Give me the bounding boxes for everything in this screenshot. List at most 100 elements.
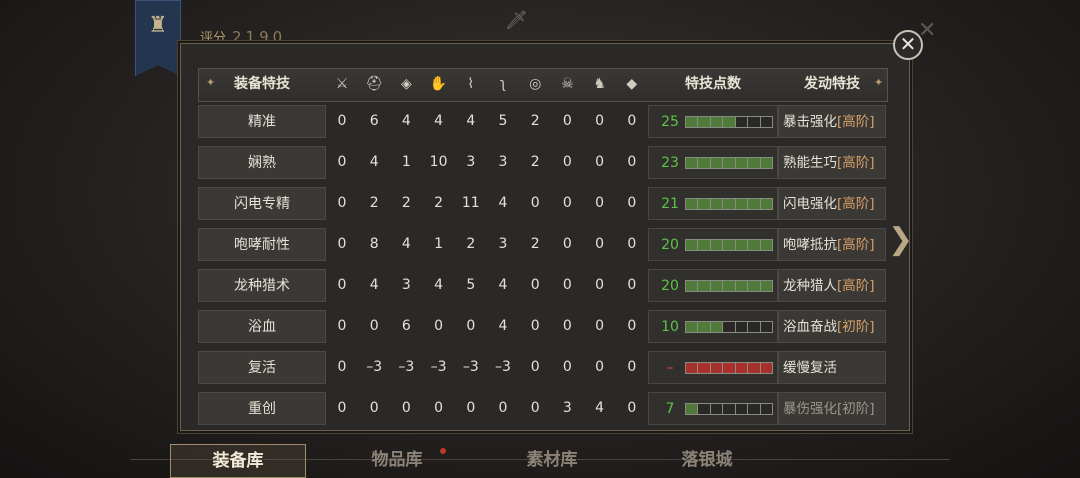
effect-name: 闪电强化 (783, 196, 837, 212)
slot-value: 0 (562, 154, 572, 170)
slot-value: 0 (466, 318, 476, 334)
header-effect: 发动特技 (804, 76, 860, 92)
charm-icon: ☠ (561, 76, 574, 92)
slot-value: 5 (466, 277, 476, 293)
points-cell: 20 (648, 269, 778, 302)
skill-name: 精准 (198, 105, 326, 138)
slot-value: 0 (337, 236, 347, 252)
points-progress-bar (685, 403, 773, 415)
points-value: 23 (661, 155, 679, 171)
points-value: 7 (665, 401, 675, 417)
slot-value: 0 (595, 154, 605, 170)
tab-materials[interactable]: 素材库 (485, 444, 619, 476)
slot-value: 2 (369, 195, 379, 211)
tab-silver-city[interactable]: 落银城 (640, 444, 774, 476)
effect-tier: [初阶] (837, 319, 875, 335)
effect-name: 暴伤强化 (783, 401, 837, 417)
table-row[interactable]: 浴血 0 0 6 0 0 4 0 0 0 0 10 浴血奋战[初阶] (198, 310, 888, 343)
effect-tier: [高阶] (837, 114, 875, 130)
slot-value: 0 (627, 400, 637, 416)
slot-value: –3 (366, 359, 383, 375)
slot-value: –3 (495, 359, 511, 375)
skill-name: 娴熟 (198, 146, 326, 179)
tab-equipment[interactable]: 装备库 (170, 444, 306, 478)
slot-value: 0 (562, 236, 572, 252)
slot-value: 4 (434, 113, 444, 129)
effect-tier: [高阶] (837, 155, 875, 171)
slot-value: 0 (337, 318, 347, 334)
slot-value: 8 (369, 236, 379, 252)
table-row[interactable]: 复活 0 –3 –3 –3 –3 –3 0 0 0 0 –15 缓慢复活 (198, 351, 888, 409)
slot-value: 2 (466, 236, 476, 252)
effect-cell: 缓慢复活 (778, 351, 886, 384)
slot-value: 0 (562, 359, 572, 375)
effect-cell: 暴击强化[高阶] (778, 105, 886, 138)
table-row[interactable]: 精准 0 6 4 4 4 5 2 0 0 0 25 暴击强化[高阶] (198, 105, 888, 138)
slot-value: 4 (466, 113, 476, 129)
slot-value: 6 (401, 318, 411, 334)
table-row[interactable]: 龙种猎术 0 4 3 4 5 4 0 0 0 0 20 龙种猎人[高阶] (198, 269, 888, 302)
slot-value: 0 (627, 318, 637, 334)
effect-name: 熟能生巧 (783, 155, 837, 171)
slot-value: 0 (562, 277, 572, 293)
slot-value: 0 (337, 195, 347, 211)
skill-name: 闪电专精 (198, 187, 326, 220)
slot-value: 0 (337, 400, 347, 416)
table-row[interactable]: 闪电专精 0 2 2 2 11 4 0 0 0 0 21 闪电强化[高阶] (198, 187, 888, 220)
gauntlet-icon: ✋ (429, 76, 448, 92)
slot-value: 4 (595, 400, 605, 416)
table-row[interactable]: 咆哮耐性 0 8 4 1 2 3 2 0 0 0 20 咆哮抵抗[高阶] (198, 228, 888, 261)
slot-value: 4 (498, 318, 508, 334)
slot-value: 3 (466, 154, 476, 170)
points-value: 21 (661, 196, 679, 212)
effect-cell: 暴伤强化[初阶] (778, 392, 886, 425)
slot-value: 0 (627, 277, 637, 293)
slot-value: 0 (595, 113, 605, 129)
slot-value: 10 (429, 154, 448, 170)
guild-banner[interactable]: ♜ (135, 0, 181, 76)
slot-value: 0 (434, 400, 444, 416)
skill-name: 龙种猎术 (198, 269, 326, 302)
skill-name: 重创 (198, 392, 326, 425)
effect-name: 咆哮抵抗 (783, 237, 837, 253)
table-row[interactable]: 重创 0 0 0 0 0 0 0 3 4 0 7 暴伤强化[初阶] (198, 392, 888, 425)
slot-value: 0 (369, 400, 379, 416)
effect-name: 暴击强化 (783, 114, 837, 130)
slot-value: 3 (498, 236, 508, 252)
slot-value: 4 (369, 154, 379, 170)
slot-value: 5 (498, 113, 508, 129)
slot-value: 2 (530, 154, 540, 170)
slot-value: 4 (498, 195, 508, 211)
slot-value: 0 (530, 277, 540, 293)
points-progress-bar (685, 362, 773, 374)
slot-value: 0 (595, 277, 605, 293)
points-cell: 10 (648, 310, 778, 343)
table-header: ✦ ✦ 装备特技 ⚔ ⛑ ◈ ✋ ⌇ ʅ ◎ ☠ ♞ ◆ 特技点数 发动特技 (198, 68, 888, 102)
points-value: 20 (661, 237, 679, 253)
slot-value: 4 (498, 277, 508, 293)
next-page-arrow[interactable]: ❯ (888, 222, 913, 257)
points-progress-bar (685, 321, 773, 333)
effect-cell: 闪电强化[高阶] (778, 187, 886, 220)
slot-value: 4 (434, 277, 444, 293)
slot-value: 0 (627, 113, 637, 129)
points-cell: 7 (648, 392, 778, 425)
slot-value: 0 (337, 277, 347, 293)
helmet-icon: ⛑ (365, 76, 384, 92)
effect-tier: [初阶] (837, 401, 875, 417)
castle-icon: ♜ (148, 13, 168, 38)
slot-value: 6 (369, 113, 379, 129)
notification-dot (440, 448, 446, 454)
points-progress-bar (685, 280, 773, 292)
points-value: 20 (661, 278, 679, 294)
bottom-tab-bar: 装备库 物品库 素材库 落银城 (0, 438, 1080, 478)
table-row[interactable]: 娴熟 0 4 1 10 3 3 2 0 0 0 23 熟能生巧[高阶] (198, 146, 888, 179)
close-button[interactable]: ✕ (893, 30, 923, 60)
slot-value: 0 (466, 400, 476, 416)
effect-tier: [高阶] (837, 237, 875, 253)
slot-value: 0 (530, 359, 540, 375)
slot-value: 0 (562, 113, 572, 129)
slot-value: 0 (562, 318, 572, 334)
points-cell: 21 (648, 187, 778, 220)
slot-value: 0 (337, 113, 347, 129)
